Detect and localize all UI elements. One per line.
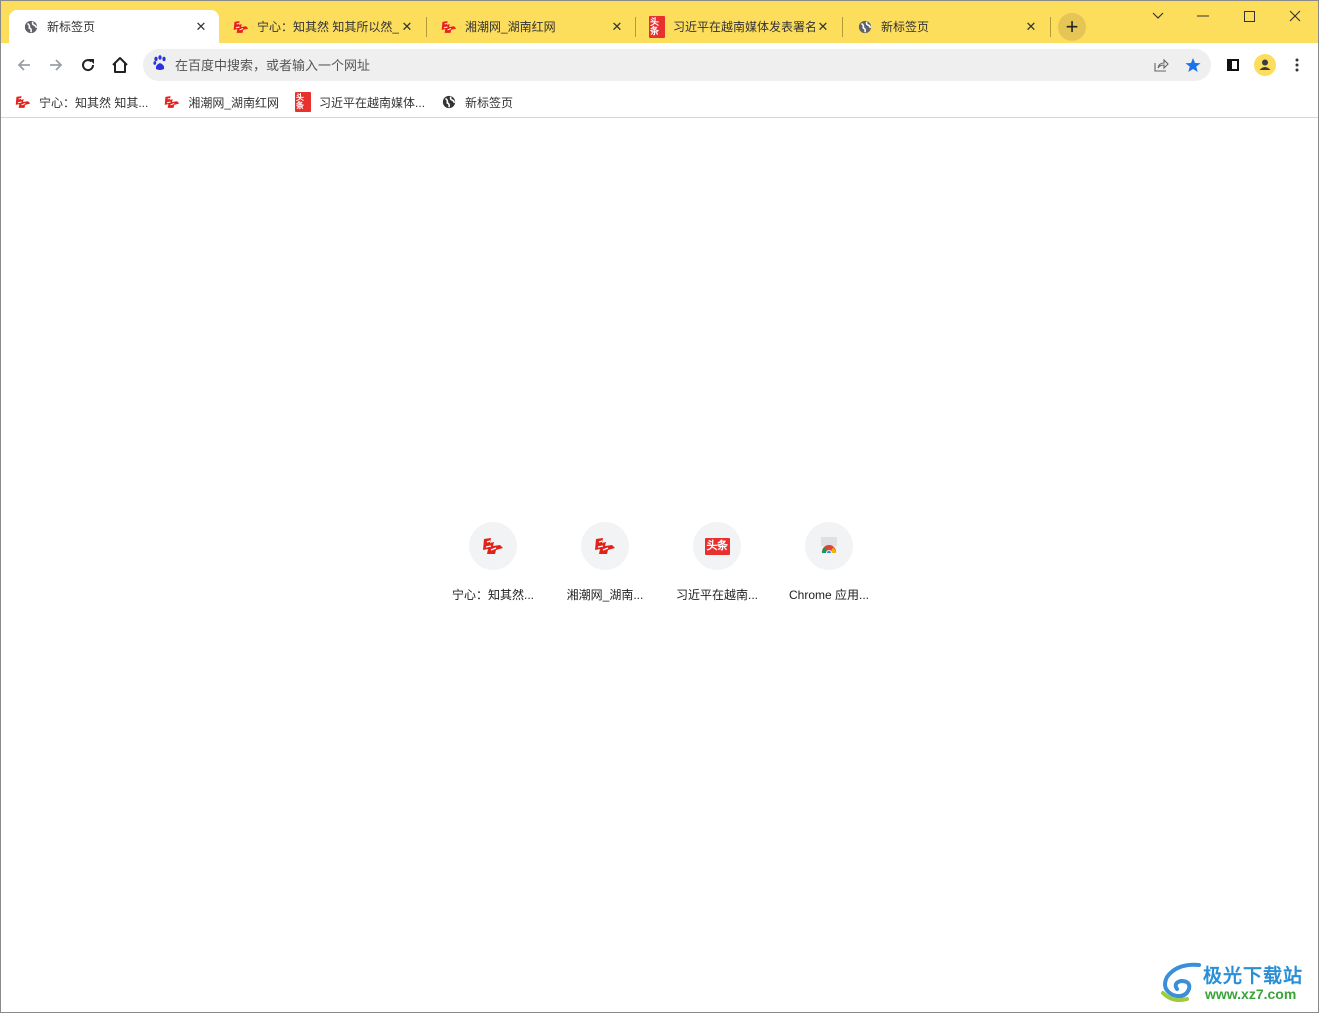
tab-title: 新标签页 <box>881 20 930 34</box>
maximize-icon <box>1243 10 1255 22</box>
bookmark-ningxin[interactable]: 宁心：知其然 知其... <box>15 90 148 114</box>
xhs-logo-icon <box>483 538 503 554</box>
side-panel-icon <box>1227 59 1239 71</box>
close-tab-icon[interactable]: ✕ <box>609 19 625 35</box>
side-panel-button[interactable] <box>1219 51 1247 79</box>
reload-icon <box>82 59 95 72</box>
minimize-icon <box>1197 15 1209 17</box>
toutiao-icon: 头条 <box>649 15 665 38</box>
bookmarks-bar: 宁心：知其然 知其... 湘潮网_湖南红网 头条 习近平在越南媒体... 新标签… <box>1 87 1318 118</box>
profile-button[interactable] <box>1251 51 1279 79</box>
arrow-right-icon <box>50 59 63 71</box>
tab-new-tab[interactable]: 新标签页 ✕ <box>843 10 1049 43</box>
minimize-button[interactable] <box>1183 5 1223 27</box>
menu-button[interactable] <box>1283 51 1311 79</box>
bookmark-label: 新标签页 <box>465 95 514 110</box>
share-icon <box>1154 58 1169 72</box>
close-tab-icon[interactable]: ✕ <box>193 19 209 35</box>
tab-xiangchao[interactable]: 湘潮网_湖南红网 ✕ <box>427 10 635 43</box>
tab-ningxin[interactable]: 宁心：知其然 知其所以然_ ✕ <box>219 10 425 43</box>
tab-toutiao[interactable]: 头条 习近平在越南媒体发表署名 ✕ <box>635 10 841 43</box>
globe-icon <box>857 19 873 35</box>
arrow-left-icon <box>17 59 30 71</box>
bookmark-xiangchao[interactable]: 湘潮网_湖南红网 <box>164 90 279 114</box>
toutiao-icon: 头条 <box>295 92 312 112</box>
tab-title: 新标签页 <box>47 20 96 34</box>
bookmark-star-button[interactable] <box>1179 51 1207 79</box>
address-input[interactable] <box>175 57 1075 73</box>
watermark-title: 极光下载站 <box>1203 966 1304 987</box>
most-visited-shortcuts: 宁心：知其然... 湘潮网_湖南... 头条 习近平在越南... Chrome … <box>437 522 885 603</box>
watermark-url: www.xz7.com <box>1205 986 1297 1002</box>
shortcut-label: 湘潮网_湖南... <box>566 588 644 602</box>
home-button[interactable] <box>106 51 134 79</box>
close-tab-icon[interactable]: ✕ <box>399 19 415 35</box>
xhs-logo-icon <box>233 19 249 35</box>
xhs-logo-icon <box>164 94 180 110</box>
bookmark-new-tab[interactable]: 新标签页 <box>441 90 513 114</box>
shortcut-icon-circle <box>581 522 629 570</box>
close-tab-icon[interactable]: ✕ <box>1023 19 1039 35</box>
tab-separator <box>1050 17 1051 37</box>
more-vert-icon <box>1295 58 1299 72</box>
reload-button[interactable] <box>74 51 102 79</box>
bookmark-label: 湘潮网_湖南红网 <box>188 95 280 110</box>
shortcut-label: Chrome 应用... <box>788 588 870 602</box>
shortcut-label: 宁心：知其然... <box>451 588 534 602</box>
tab-title: 宁心：知其然 知其所以然_ <box>257 20 399 34</box>
maximize-button[interactable] <box>1229 5 1269 27</box>
close-icon <box>1289 10 1301 22</box>
star-icon <box>1185 58 1201 72</box>
back-button[interactable] <box>10 51 38 79</box>
shortcut-tile[interactable]: Chrome 应用... <box>773 522 885 603</box>
shortcut-icon-circle <box>805 522 853 570</box>
chevron-down-icon <box>1152 12 1164 19</box>
bookmark-label: 习近平在越南媒体... <box>319 95 426 110</box>
tab-title: 习近平在越南媒体发表署名 <box>673 20 815 34</box>
share-button[interactable] <box>1147 51 1175 79</box>
shortcut-icon-circle <box>469 522 517 570</box>
shortcut-tile[interactable]: 宁心：知其然... <box>437 522 549 603</box>
toutiao-icon: 头条 <box>704 537 730 555</box>
xhs-logo-icon <box>595 538 615 554</box>
shortcut-label: 习近平在越南... <box>675 588 758 602</box>
globe-icon <box>23 19 39 35</box>
forward-button[interactable] <box>42 51 70 79</box>
watermark-logo: 极光下载站 www.xz7.com <box>1159 959 1311 1005</box>
bookmark-toutiao[interactable]: 头条 习近平在越南媒体... <box>295 90 425 114</box>
toolbar <box>1 43 1318 87</box>
xhs-logo-icon <box>441 19 457 35</box>
globe-icon <box>441 94 457 110</box>
baidu-icon <box>153 54 167 76</box>
chrome-webstore-icon <box>821 537 837 556</box>
shortcut-tile[interactable]: 湘潮网_湖南... <box>549 522 661 603</box>
address-bar[interactable] <box>143 49 1211 81</box>
xhs-logo-icon <box>15 94 31 110</box>
search-tabs-button[interactable] <box>1138 5 1178 27</box>
new-tab-button[interactable]: + <box>1058 13 1086 41</box>
tab-new-tab-active[interactable]: 新标签页 ✕ <box>9 10 219 43</box>
plus-icon: + <box>1065 14 1079 39</box>
home-icon <box>112 57 128 73</box>
shortcut-icon-circle: 头条 <box>693 522 741 570</box>
close-window-button[interactable] <box>1275 5 1315 27</box>
close-tab-icon[interactable]: ✕ <box>815 19 831 35</box>
bookmark-label: 宁心：知其然 知其... <box>39 95 149 110</box>
shortcut-tile[interactable]: 头条 习近平在越南... <box>661 522 773 603</box>
browser-window: 新标签页 ✕ 宁心：知其然 知其所以然_ ✕ 湘潮网_湖南红网 ✕ 头条 习近平… <box>0 0 1319 1013</box>
xz7-swirl-icon <box>1161 962 1201 1003</box>
avatar-icon <box>1254 54 1276 76</box>
tab-strip: 新标签页 ✕ 宁心：知其然 知其所以然_ ✕ 湘潮网_湖南红网 ✕ 头条 习近平… <box>1 1 1318 43</box>
tab-title: 湘潮网_湖南红网 <box>465 20 556 34</box>
